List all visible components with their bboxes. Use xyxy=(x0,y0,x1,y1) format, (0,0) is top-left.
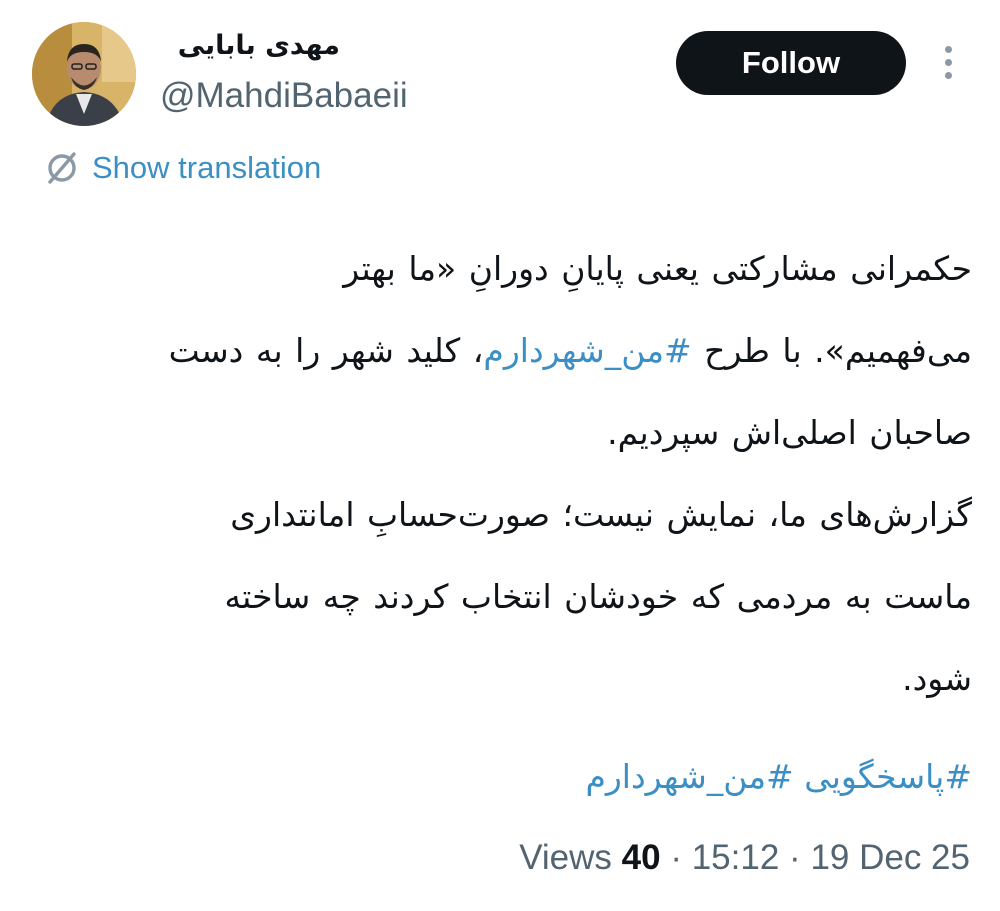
show-translation-link[interactable]: Show translation xyxy=(44,150,321,186)
avatar-photo-icon xyxy=(32,22,136,126)
tweet-line: حکمرانی مشارکتی یعنی پایانِ دورانِ «ما ب… xyxy=(343,249,972,288)
tweet-line-part: می‌فهمیم». با طرح xyxy=(704,331,972,370)
tweet-time[interactable]: 15:12 xyxy=(692,838,780,877)
hashtag-link[interactable]: #من_شهردارم xyxy=(585,757,793,796)
translate-icon xyxy=(48,152,76,184)
tweet-line: صاحبان اصلی‌اش سپردیم. xyxy=(607,413,972,452)
more-vertical-icon xyxy=(930,46,966,79)
more-options-button[interactable] xyxy=(930,40,966,88)
views-count: 40 xyxy=(621,838,661,877)
tweet-line-part: ، کلید شهر را به دست xyxy=(168,331,484,370)
avatar[interactable] xyxy=(32,22,136,126)
tweet-text: حکمرانی مشارکتی یعنی پایانِ دورانِ «ما ب… xyxy=(30,228,972,720)
tweet-card: مهدی بابایی @MahdiBabaeii Follow Show tr… xyxy=(0,0,1000,911)
tweet-meta: Views 40 · 15:12 · 19 Dec 25 xyxy=(519,838,970,878)
views-label: Views xyxy=(519,838,612,877)
tweet-line: ماست به مردمی که خودشان انتخاب کردند چه … xyxy=(224,577,972,616)
display-name[interactable]: مهدی بابایی xyxy=(160,30,340,61)
tweet-line: شود. xyxy=(902,659,972,698)
hashtag-link[interactable]: #پاسخگویی xyxy=(804,757,972,796)
show-translation-label: Show translation xyxy=(92,150,322,185)
follow-button[interactable]: Follow xyxy=(676,31,906,95)
tweet-date[interactable]: 19 Dec 25 xyxy=(810,838,970,877)
hashtag-link[interactable]: #من_شهردارم xyxy=(483,331,691,370)
meta-separator: · xyxy=(789,838,801,877)
tweet-hashtags: #پاسخگویی #من_شهردارم xyxy=(30,736,972,818)
tweet-line: می‌فهمیم». با طرح #من_شهردارم، کلید شهر … xyxy=(30,310,972,392)
tweet-line: گزارش‌های ما، نمایش نیست؛ صورت‌حسابِ اما… xyxy=(230,495,972,534)
user-handle[interactable]: @MahdiBabaeii xyxy=(160,76,408,116)
meta-separator: · xyxy=(670,838,682,877)
